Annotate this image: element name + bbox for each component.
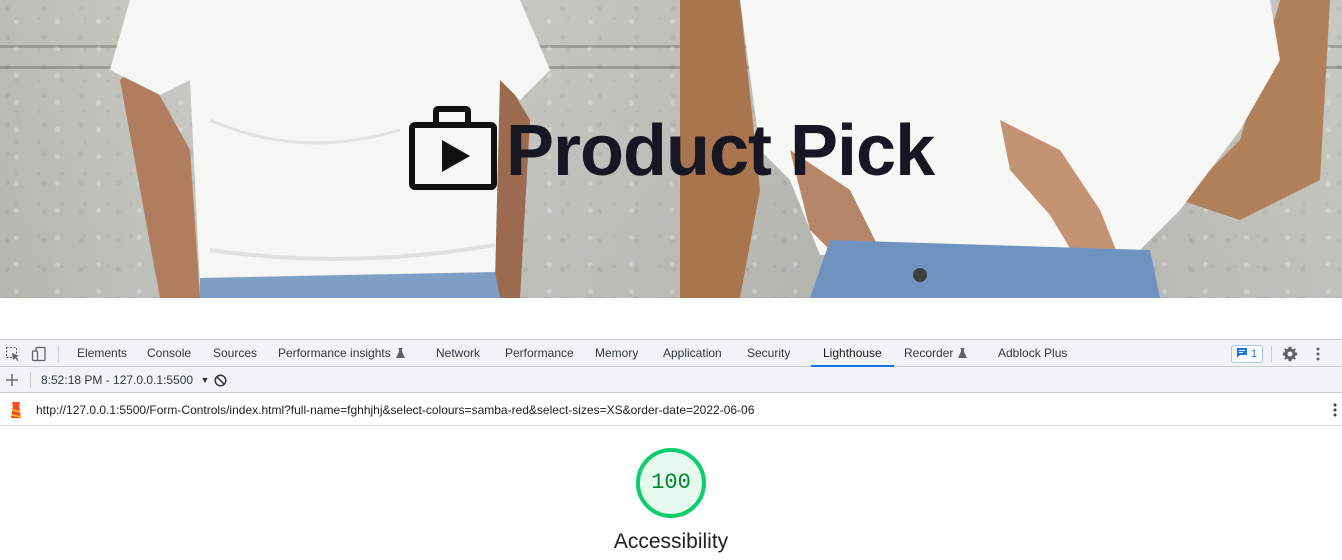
tab-recorder[interactable]: Recorder bbox=[904, 340, 968, 368]
hero-title: Product Pick bbox=[506, 111, 935, 191]
lighthouse-toolbar: 8:52:18 PM - 127.0.0.1:5500 ▼ bbox=[0, 367, 1342, 393]
toolbar-divider bbox=[30, 372, 31, 388]
lighthouse-report: 100 Accessibility bbox=[0, 426, 1342, 560]
inspect-element-icon[interactable] bbox=[4, 345, 22, 363]
score-gauge: 100 bbox=[634, 446, 708, 520]
flask-icon bbox=[395, 341, 405, 368]
tab-performance-insights[interactable]: Performance insights bbox=[278, 340, 405, 367]
toolbar-divider bbox=[1271, 346, 1272, 362]
clear-icon[interactable] bbox=[211, 371, 229, 389]
chevron-down-icon: ▼ bbox=[200, 375, 210, 385]
tab-label: Performance insights bbox=[278, 346, 391, 360]
hero-banner: Product Pick bbox=[0, 0, 1342, 298]
report-select[interactable]: 8:52:18 PM - 127.0.0.1:5500 ▼ bbox=[41, 373, 209, 387]
tab-network[interactable]: Network bbox=[436, 340, 480, 367]
tab-label: Recorder bbox=[904, 346, 954, 360]
issues-count: 1 bbox=[1251, 348, 1258, 360]
hero-title-lockup: Product Pick bbox=[408, 105, 935, 197]
tab-performance[interactable]: Performance bbox=[505, 340, 574, 367]
tab-elements[interactable]: Elements bbox=[77, 340, 127, 367]
more-vertical-icon[interactable] bbox=[1309, 345, 1327, 363]
lighthouse-icon bbox=[9, 401, 23, 422]
briefcase-play-icon bbox=[408, 105, 498, 197]
tab-console[interactable]: Console bbox=[147, 340, 191, 367]
tab-application[interactable]: Application bbox=[663, 340, 722, 367]
flask-icon bbox=[958, 341, 968, 368]
tab-security[interactable]: Security bbox=[747, 340, 790, 367]
tab-sources[interactable]: Sources bbox=[213, 340, 257, 367]
devtools-tab-bar: Elements Console Sources Performance ins… bbox=[0, 339, 1342, 367]
more-vertical-icon[interactable] bbox=[1333, 403, 1337, 420]
toolbar-divider bbox=[58, 346, 59, 362]
score-category-label: Accessibility bbox=[613, 530, 729, 553]
report-url-bar: http://127.0.0.1:5500/Form-Controls/inde… bbox=[0, 393, 1342, 426]
report-url: http://127.0.0.1:5500/Form-Controls/inde… bbox=[36, 403, 755, 417]
issues-badge[interactable]: 1 bbox=[1231, 345, 1264, 363]
report-select-value: 8:52:18 PM - 127.0.0.1:5500 bbox=[41, 373, 194, 387]
device-toolbar-icon[interactable] bbox=[30, 345, 48, 363]
tab-memory[interactable]: Memory bbox=[595, 340, 638, 367]
plus-icon[interactable] bbox=[3, 371, 21, 389]
tab-lighthouse[interactable]: Lighthouse bbox=[811, 340, 894, 367]
message-icon bbox=[1236, 347, 1248, 361]
tab-adblock-plus[interactable]: Adblock Plus bbox=[998, 340, 1067, 367]
gear-icon[interactable] bbox=[1281, 345, 1299, 363]
score-value: 100 bbox=[651, 470, 691, 495]
